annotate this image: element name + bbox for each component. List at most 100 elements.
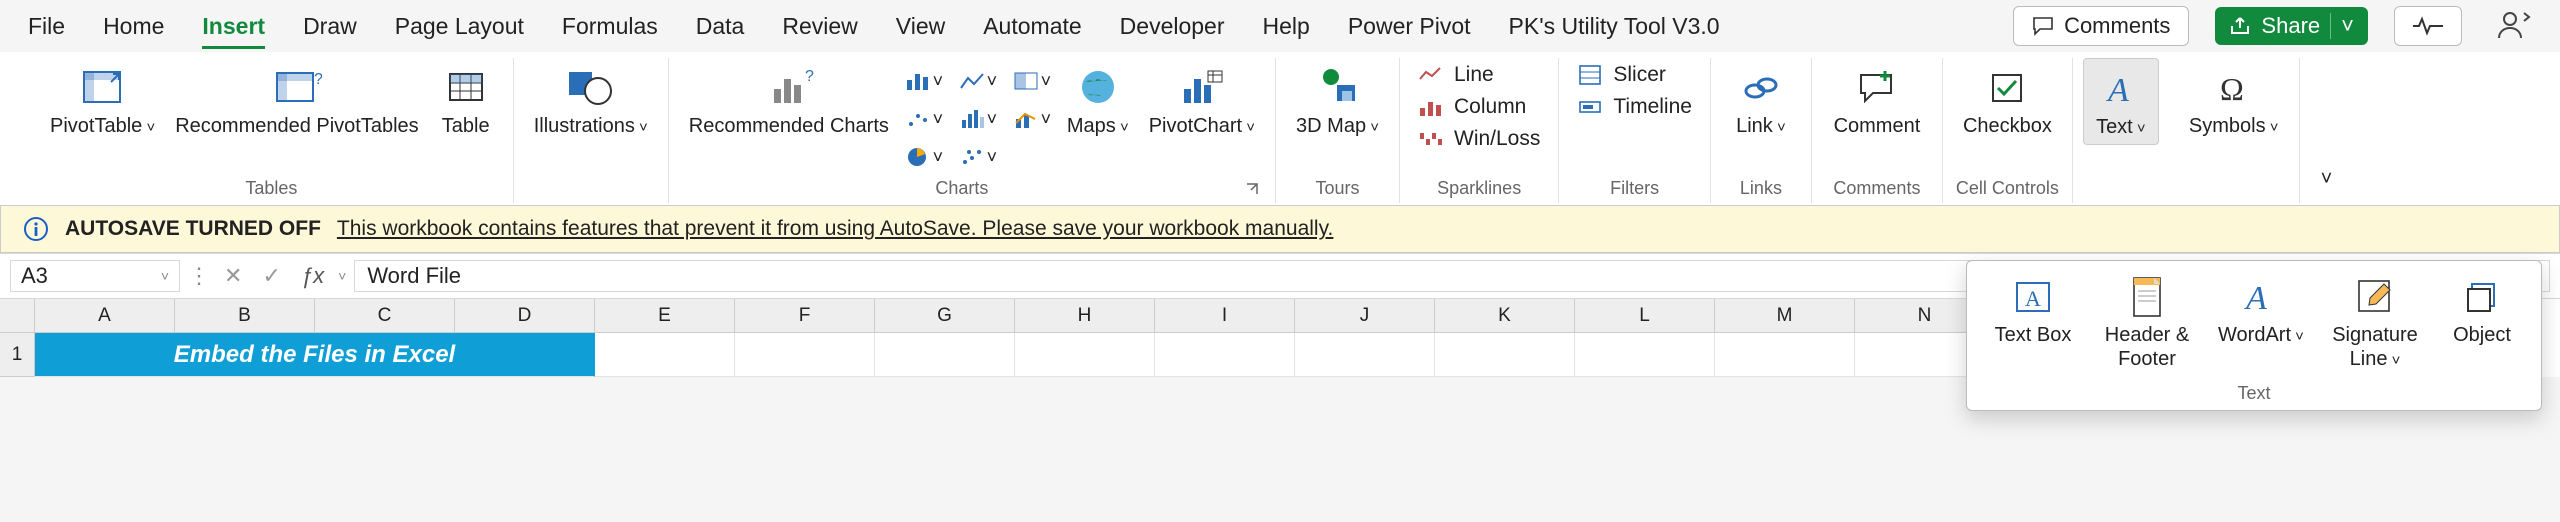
- checkbox-button[interactable]: Checkbox: [1953, 58, 2062, 143]
- chart-types-grid: ˅ ˅ ˅ ˅ ˅ ˅ ˅ ˅: [899, 58, 1057, 174]
- menu-powerpivot[interactable]: Power Pivot: [1348, 13, 1471, 40]
- col-header-M[interactable]: M: [1715, 299, 1855, 333]
- cell-F1[interactable]: [735, 333, 875, 377]
- cell-J1[interactable]: [1295, 333, 1435, 377]
- share-button[interactable]: Share ˅: [2215, 7, 2368, 45]
- name-box[interactable]: A3 ˅: [10, 260, 180, 292]
- chart-statistical-button[interactable]: ˅: [953, 102, 1003, 136]
- chart-line-button[interactable]: ˅: [953, 64, 1003, 98]
- slicer-button[interactable]: Slicer: [1569, 60, 1700, 90]
- comments-label: Comments: [2064, 13, 2170, 39]
- menu-developer[interactable]: Developer: [1120, 13, 1225, 40]
- menu-automate[interactable]: Automate: [983, 13, 1081, 40]
- 3dmap-label: 3D Map: [1296, 114, 1379, 139]
- recommended-pivottables-button[interactable]: ? Recommended PivotTables: [165, 58, 428, 143]
- cell-H1[interactable]: [1015, 333, 1155, 377]
- signature-label: Signature Line: [2323, 323, 2427, 371]
- col-header-G[interactable]: G: [875, 299, 1015, 333]
- table-button[interactable]: Table: [429, 58, 503, 143]
- sparkline-line-icon: [1418, 64, 1444, 86]
- notification-heading: AUTOSAVE TURNED OFF: [65, 217, 321, 241]
- comment-button[interactable]: Comment: [1822, 58, 1932, 143]
- object-button[interactable]: Object: [2437, 271, 2527, 371]
- pivottable-button[interactable]: PivotTable: [40, 58, 165, 143]
- menu-insert[interactable]: Insert: [202, 13, 265, 49]
- row-header-1[interactable]: 1: [0, 333, 34, 377]
- symbols-button[interactable]: Ω Symbols: [2179, 58, 2289, 143]
- col-header-F[interactable]: F: [735, 299, 875, 333]
- menu-help[interactable]: Help: [1263, 13, 1310, 40]
- menu-review[interactable]: Review: [782, 13, 857, 40]
- object-label: Object: [2453, 323, 2511, 347]
- col-header-I[interactable]: I: [1155, 299, 1295, 333]
- textbox-button[interactable]: A Text Box: [1981, 271, 2085, 371]
- sparkline-column-button[interactable]: Column: [1410, 92, 1548, 122]
- group-text-spacer: [2118, 174, 2123, 203]
- menu-draw[interactable]: Draw: [303, 13, 357, 40]
- maps-button[interactable]: Maps: [1057, 58, 1139, 143]
- account-button[interactable]: [2496, 8, 2532, 44]
- menu-pkutility[interactable]: PK's Utility Tool V3.0: [1509, 13, 1720, 40]
- select-all-corner[interactable]: [0, 299, 34, 333]
- recommended-charts-button[interactable]: ? Recommended Charts: [679, 58, 899, 143]
- header-footer-button[interactable]: Header & Footer: [2095, 271, 2199, 371]
- timeline-button[interactable]: Timeline: [1569, 92, 1700, 122]
- cell-I1[interactable]: [1155, 333, 1295, 377]
- group-illustrations-spacer: [588, 174, 593, 203]
- sparkline-line-button[interactable]: Line: [1410, 60, 1548, 90]
- comments-button[interactable]: Comments: [2013, 6, 2189, 46]
- enter-formula-button[interactable]: ✓: [256, 263, 286, 289]
- cell-M1[interactable]: [1715, 333, 1855, 377]
- menu-home[interactable]: Home: [103, 13, 164, 40]
- insert-function-button[interactable]: ƒx: [295, 263, 330, 289]
- notification-message[interactable]: This workbook contains features that pre…: [337, 217, 1333, 241]
- cell-A1-merged[interactable]: Embed the Files in Excel: [35, 333, 595, 377]
- chart-pie-button[interactable]: ˅: [899, 140, 949, 174]
- cancel-formula-button[interactable]: ✕: [218, 263, 248, 289]
- col-header-K[interactable]: K: [1435, 299, 1575, 333]
- activity-button[interactable]: [2394, 6, 2462, 46]
- col-header-B[interactable]: B: [175, 299, 315, 333]
- chart-combo-button[interactable]: ˅: [1007, 102, 1057, 136]
- formula-bar-more-icon[interactable]: ⋮: [188, 263, 210, 289]
- menu-data[interactable]: Data: [696, 13, 745, 40]
- cell-G1[interactable]: [875, 333, 1015, 377]
- pivotchart-button[interactable]: PivotChart: [1139, 58, 1265, 143]
- col-header-D[interactable]: D: [455, 299, 595, 333]
- menu-file[interactable]: File: [28, 13, 65, 40]
- col-header-A[interactable]: A: [35, 299, 175, 333]
- wordart-button[interactable]: A WordArt: [2209, 271, 2313, 371]
- illustrations-button[interactable]: Illustrations: [524, 58, 658, 143]
- chart-hierarchy-button[interactable]: ˅: [1007, 64, 1057, 98]
- group-comments-label: Comments: [1833, 174, 1920, 203]
- group-links: Link Links: [1711, 58, 1812, 203]
- col-header-L[interactable]: L: [1575, 299, 1715, 333]
- link-button[interactable]: Link: [1721, 58, 1801, 143]
- comment-ribbon-icon: [1855, 62, 1899, 114]
- col-header-C[interactable]: C: [315, 299, 455, 333]
- checkbox-label: Checkbox: [1963, 114, 2052, 139]
- textbox-label: Text Box: [1995, 323, 2072, 347]
- group-cellcontrols: Checkbox Cell Controls: [1943, 58, 2073, 203]
- charts-dialog-launcher[interactable]: [1245, 182, 1265, 196]
- recommended-charts-label: Recommended Charts: [689, 114, 889, 139]
- sparkline-winloss-button[interactable]: Win/Loss: [1410, 124, 1548, 154]
- ribbon-collapse-button[interactable]: ˅: [2300, 58, 2354, 203]
- cell-E1[interactable]: [595, 333, 735, 377]
- chart-boxwhisker-button[interactable]: ˅: [953, 140, 1003, 174]
- cell-K1[interactable]: [1435, 333, 1575, 377]
- 3dmap-button[interactable]: 3D Map: [1286, 58, 1389, 143]
- chart-scatter-button[interactable]: ˅: [899, 102, 949, 136]
- col-header-J[interactable]: J: [1295, 299, 1435, 333]
- col-header-E[interactable]: E: [595, 299, 735, 333]
- menu-view[interactable]: View: [896, 13, 945, 40]
- text-dropdown-button[interactable]: A Text: [2083, 58, 2159, 145]
- object-icon: [2462, 271, 2502, 323]
- cell-L1[interactable]: [1575, 333, 1715, 377]
- menu-pagelayout[interactable]: Page Layout: [395, 13, 524, 40]
- chart-column-button[interactable]: ˅: [899, 64, 949, 98]
- menu-formulas[interactable]: Formulas: [562, 13, 658, 40]
- signature-line-button[interactable]: Signature Line: [2323, 271, 2427, 371]
- col-header-H[interactable]: H: [1015, 299, 1155, 333]
- formula-bar-expand[interactable]: ˅: [338, 268, 346, 284]
